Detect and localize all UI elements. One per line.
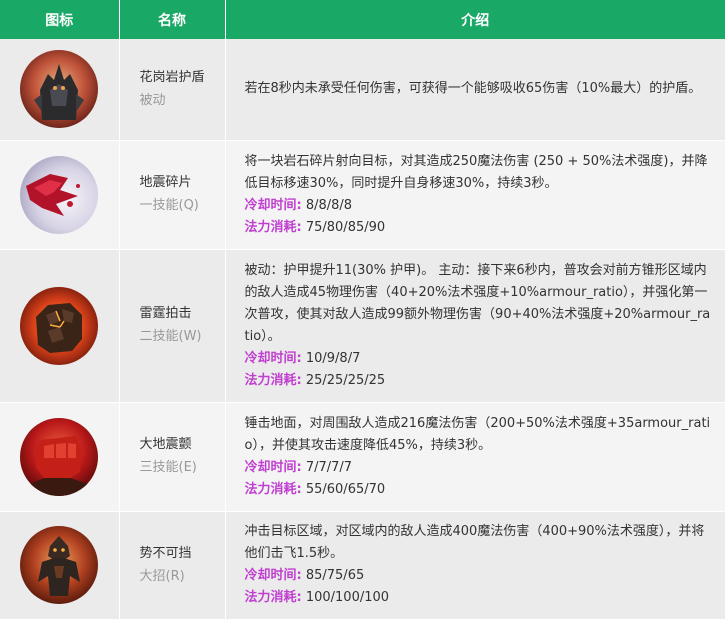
table-row: 大地震颤 三技能(E) 锤击地面，对周围敌人造成216魔法伤害（200+50%法… — [0, 402, 725, 512]
charging-golem-icon — [20, 526, 99, 604]
cooldown-label: 冷却时间: — [244, 350, 302, 366]
cooldown-value: 85/75/65 — [305, 568, 365, 583]
cost-label: 法力消耗: — [244, 481, 302, 497]
skill-desc: 若在8秒内未承受任何伤害，可获得一个能够吸收65伤害（10%最大）的护盾。 — [244, 81, 702, 97]
table-row: 花岗岩护盾 被动 若在8秒内未承受任何伤害，可获得一个能够吸收65伤害（10%最… — [0, 39, 725, 141]
skill-type: 二技能(W) — [139, 329, 202, 344]
cost-value: 25/25/25/25 — [305, 372, 386, 388]
table-row: 雷霆拍击 二技能(W) 被动：护甲提升11(30% 护甲)。 主动：接下来6秒内… — [0, 249, 725, 403]
skill-name: 势不可挡 — [139, 545, 192, 561]
skill-type: 三技能(E) — [139, 460, 197, 475]
table-header-row: 图标 名称 介绍 — [0, 0, 725, 39]
header-desc: 介绍 — [225, 0, 725, 39]
molten-fist-icon — [20, 286, 99, 365]
cost-line: 法力消耗: 75/80/85/90 — [245, 217, 714, 239]
skill-type: 被动 — [139, 92, 166, 108]
cost-value: 100/100/100 — [305, 590, 390, 605]
stone-golem-icon — [20, 50, 99, 129]
cost-line: 法力消耗: 25/25/25/25 — [245, 370, 714, 392]
cost-label: 法力消耗: — [244, 372, 302, 388]
cost-label: 法力消耗: — [244, 219, 302, 235]
cooldown-value: 8/8/8/8 — [305, 197, 353, 213]
skill-name: 地震碎片 — [139, 175, 192, 190]
skill-name: 大地震颤 — [139, 437, 192, 452]
cooldown-value: 7/7/7/7 — [305, 459, 353, 475]
skill-desc: 被动：护甲提升11(30% 护甲)。 主动：接下来6秒内，普攻会对前方锥形区域内… — [244, 262, 711, 344]
cooldown-label: 冷却时间: — [244, 197, 302, 213]
skill-desc: 将一块岩石碎片射向目标，对其造成250魔法伤害 (250 + 50%法术强度)，… — [244, 153, 708, 191]
table-row: 势不可挡 大招(R) 冲击目标区域，对区域内的敌人造成400魔法伤害（400+9… — [0, 511, 725, 620]
skill-desc: 锤击地面，对周围敌人造成216魔法伤害（200+50%法术强度+35armour… — [244, 415, 711, 453]
skill-name: 花岗岩护盾 — [139, 69, 205, 85]
skill-table: 图标 名称 介绍 花岗岩护盾 被动 若在8秒内未承受任何伤害，可获得一个能够吸收… — [0, 0, 725, 620]
skill-name: 雷霆拍击 — [139, 306, 192, 321]
cost-value: 55/60/65/70 — [305, 481, 386, 497]
header-icon: 图标 — [0, 0, 120, 39]
cost-label: 法力消耗: — [244, 590, 302, 605]
cooldown-line: 冷却时间: 10/9/8/7 — [245, 348, 714, 370]
header-name: 名称 — [119, 0, 226, 39]
cooldown-line: 冷却时间: 8/8/8/8 — [245, 195, 714, 217]
crystal-shard-icon — [20, 155, 99, 234]
cooldown-value: 10/9/8/7 — [305, 350, 361, 366]
cooldown-label: 冷却时间: — [244, 459, 302, 475]
cost-value: 75/80/85/90 — [305, 219, 386, 235]
cooldown-line: 冷却时间: 85/75/65 — [245, 565, 714, 587]
skill-type: 一技能(Q) — [139, 198, 199, 213]
red-fist-icon — [20, 417, 99, 496]
skill-desc: 冲击目标区域，对区域内的敌人造成400魔法伤害（400+90%法术强度），并将他… — [244, 524, 705, 561]
cooldown-line: 冷却时间: 7/7/7/7 — [245, 457, 714, 479]
table-row: 地震碎片 一技能(Q) 将一块岩石碎片射向目标，对其造成250魔法伤害 (250… — [0, 140, 725, 250]
cost-line: 法力消耗: 55/60/65/70 — [245, 479, 714, 501]
cooldown-label: 冷却时间: — [244, 568, 302, 583]
cost-line: 法力消耗: 100/100/100 — [245, 587, 714, 609]
skill-type: 大招(R) — [139, 568, 185, 584]
